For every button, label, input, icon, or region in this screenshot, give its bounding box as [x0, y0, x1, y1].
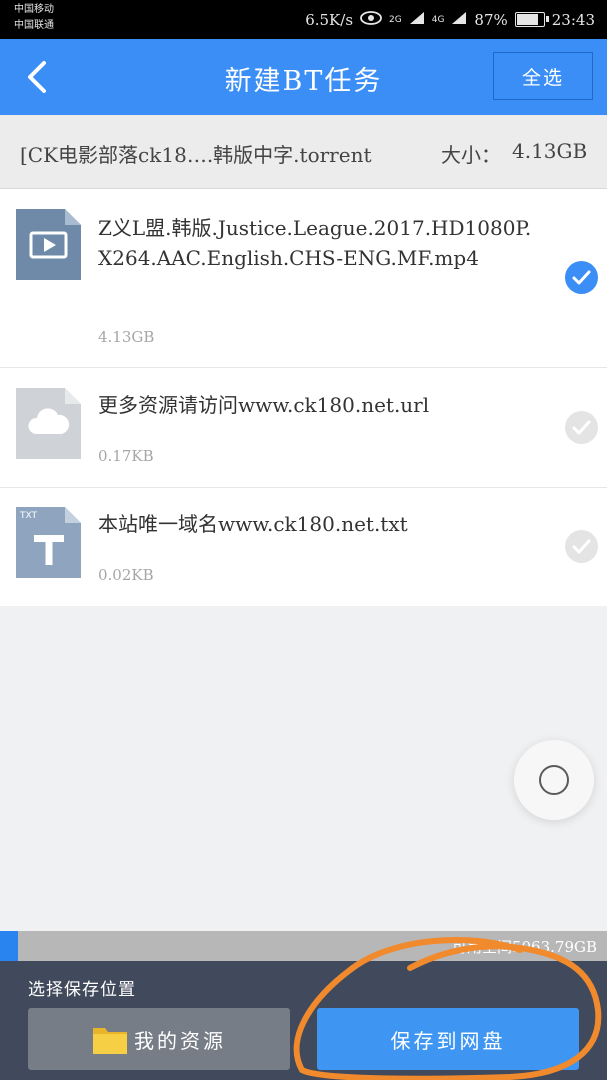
save-to-cloud-button[interactable]: 保存到网盘 [317, 1008, 579, 1070]
title-bar: 新建BT任务 全选 [0, 39, 607, 115]
file-size: 0.17KB [98, 447, 154, 465]
torrent-info-bar: [CK电影部落ck18….韩版中字.torrent 大小： 4.13GB [0, 115, 607, 189]
file-item-url[interactable]: 更多资源请访问www.ck180.net.url 0.17KB [0, 368, 607, 488]
storage-used-fill [0, 931, 19, 961]
bottom-panel: 选择保存位置 我的资源 保存到网盘 [0, 961, 607, 1080]
cloud-file-icon [16, 388, 81, 459]
file-item-txt[interactable]: TXT 本站唯一域名www.ck180.net.txt 0.02KB [0, 488, 607, 606]
signal-2g: 2G [389, 14, 402, 25]
txt-icon-label: TXT [19, 511, 38, 521]
network-speed: 6.5K/s [305, 10, 354, 29]
torrent-size-label: 大小： [441, 143, 501, 167]
torrent-size: 4.13GB [512, 139, 588, 163]
floating-button[interactable] [514, 740, 594, 820]
carrier-2: 中国联通 [14, 20, 54, 31]
check-icon [572, 539, 591, 554]
video-file-icon [16, 209, 81, 280]
file-name: 本站唯一域名www.ck180.net.txt [98, 512, 408, 536]
my-resources-button[interactable]: 我的资源 [28, 1008, 290, 1070]
checkbox-unchecked[interactable] [565, 411, 598, 444]
select-all-button[interactable]: 全选 [493, 52, 593, 100]
storage-available: 可用空间5063.79GB [451, 938, 597, 956]
check-icon [572, 420, 591, 435]
check-icon [572, 270, 591, 285]
file-name: 更多资源请访问www.ck180.net.url [98, 393, 430, 417]
file-name: Z义L盟.韩版.Justice.League.2017.HD1080P.X264… [98, 216, 532, 270]
txt-file-icon: TXT [16, 507, 81, 578]
eye-icon [360, 10, 382, 29]
file-size: 0.02KB [98, 566, 154, 584]
circle-icon [539, 765, 569, 795]
status-bar: 中国移动 中国联通 6.5K/s 2G 4G 87% 23:43 [0, 0, 607, 39]
signal-icon [409, 11, 425, 29]
storage-bar: 可用空间5063.79GB [0, 931, 607, 961]
folder-icon [93, 1028, 127, 1054]
battery-percent: 87% [474, 10, 508, 29]
checkbox-unchecked[interactable] [565, 530, 598, 563]
checkbox-checked[interactable] [565, 261, 598, 294]
file-list: Z义L盟.韩版.Justice.League.2017.HD1080P.X264… [0, 189, 607, 606]
battery-icon [514, 12, 549, 27]
signal-icon-2 [451, 11, 467, 29]
my-resources-label: 我的资源 [134, 1028, 226, 1053]
choose-location-label: 选择保存位置 [28, 980, 136, 1000]
file-item-video[interactable]: Z义L盟.韩版.Justice.League.2017.HD1080P.X264… [0, 189, 607, 368]
clock: 23:43 [551, 10, 595, 29]
signal-4g: 4G [431, 14, 445, 25]
torrent-name: [CK电影部落ck18….韩版中字.torrent [20, 143, 372, 167]
file-size: 4.13GB [98, 328, 155, 346]
carrier-1: 中国移动 [14, 4, 54, 15]
